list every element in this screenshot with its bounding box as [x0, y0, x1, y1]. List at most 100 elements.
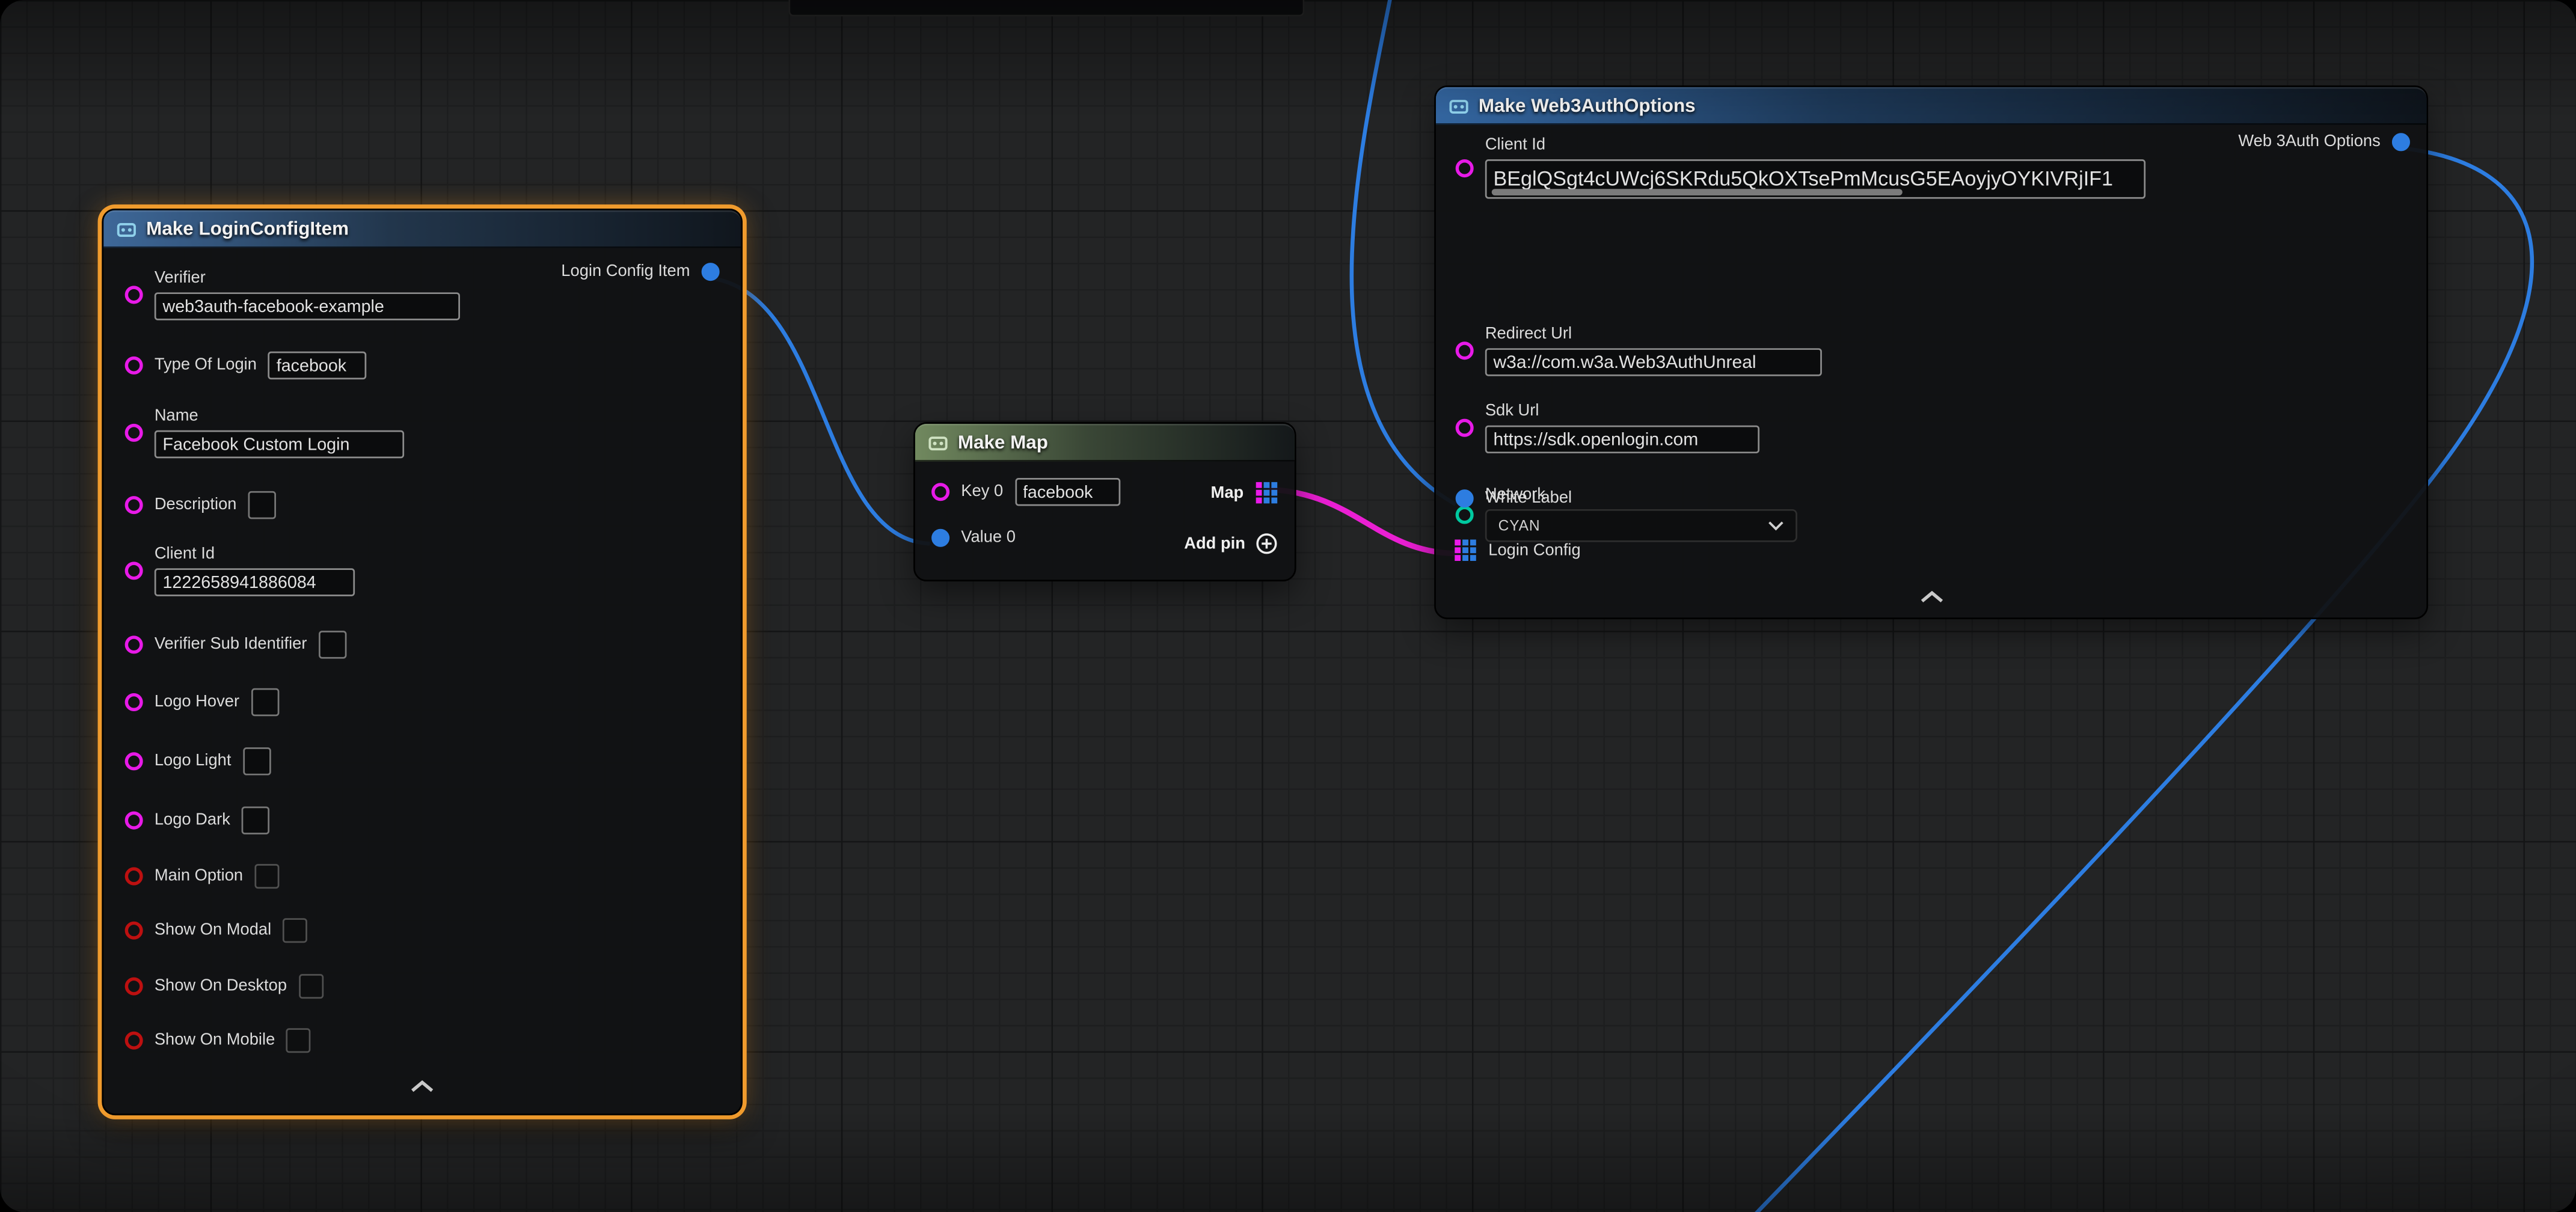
output-pin-map[interactable]: [1255, 482, 1278, 504]
output-pin-web3auth-options[interactable]: [2392, 133, 2410, 151]
input-pin-name[interactable]: [125, 424, 143, 442]
input-pin-show-on-mobile[interactable]: [125, 1032, 143, 1050]
pin-label: Logo Light: [155, 752, 232, 770]
input-pin-description[interactable]: [125, 496, 143, 514]
collapse-chevron-icon[interactable]: [1918, 590, 1945, 603]
input-pin-show-on-desktop[interactable]: [125, 978, 143, 996]
pin-row-value0: Value 0: [931, 529, 1016, 547]
pin-label: Name: [155, 408, 404, 426]
input-pin-logo-light[interactable]: [125, 752, 143, 770]
node-make-loginconfigitem[interactable]: Make LoginConfigItem Login Config Item V…: [102, 209, 743, 1115]
pin-label: Client Id: [1485, 136, 2145, 155]
pin-label: Show On Mobile: [155, 1032, 275, 1050]
pin-label: Main Option: [155, 868, 243, 886]
pin-row-client-id: Client Id: [125, 545, 355, 596]
pin-label: White Label: [1485, 489, 1572, 507]
node-header[interactable]: Make Map: [915, 424, 1295, 462]
node-title: Make Map: [958, 433, 1048, 453]
pin-row-web3auth-options-out: Web 3Auth Options: [2238, 133, 2410, 151]
pin-row-verifier: Verifier: [125, 269, 460, 320]
output-pin-login-config-item[interactable]: [702, 263, 720, 281]
pin-row-client-id: Client Id: [1456, 136, 2145, 199]
show-on-desktop-checkbox[interactable]: [298, 974, 323, 999]
node-header[interactable]: Make Web3AuthOptions: [1436, 87, 2426, 125]
pin-row-description: Description: [125, 491, 276, 519]
pin-row-show-on-desktop: Show On Desktop: [125, 974, 324, 999]
node-header[interactable]: Make LoginConfigItem: [103, 210, 741, 248]
make-struct-icon: [117, 219, 136, 239]
node-make-map[interactable]: Make Map Key 0 Map Value 0 Add pin: [913, 422, 1296, 581]
pin-row-logo-hover: Logo Hover: [125, 688, 279, 716]
pin-row-name: Name: [125, 408, 404, 459]
show-on-modal-checkbox[interactable]: [283, 918, 307, 943]
node-make-web3authoptions[interactable]: Make Web3AuthOptions Web 3Auth Options C…: [1434, 85, 2428, 619]
pin-row-redirect-url: Redirect Url: [1456, 325, 1822, 376]
input-pin-type-of-login[interactable]: [125, 357, 143, 375]
show-on-mobile-checkbox[interactable]: [286, 1028, 311, 1053]
input-pin-network[interactable]: [1456, 505, 1474, 523]
add-pin-label: Add pin: [1184, 534, 1245, 552]
client-id-horizontal-scrollbar[interactable]: [1492, 189, 1903, 195]
type-of-login-field[interactable]: [268, 352, 367, 379]
pin-label: Type Of Login: [155, 357, 257, 375]
description-field[interactable]: [248, 491, 276, 519]
pin-row-sdk-url: Sdk Url: [1456, 402, 1759, 453]
pin-label: Value 0: [961, 529, 1016, 547]
sdk-url-field[interactable]: [1485, 426, 1759, 453]
pin-row-logo-light: Logo Light: [125, 747, 271, 775]
pin-row-logo-dark: Logo Dark: [125, 806, 270, 834]
blueprint-graph-canvas[interactable]: Make LoginConfigItem Login Config Item V…: [0, 0, 2576, 1212]
pin-label: Show On Desktop: [155, 978, 287, 996]
make-map-icon: [928, 433, 948, 453]
main-option-checkbox[interactable]: [254, 864, 279, 889]
name-field[interactable]: [155, 430, 404, 458]
wire-map-to-loginconfig[interactable]: [1268, 489, 1455, 554]
node-title: Make Web3AuthOptions: [1479, 96, 1696, 116]
offscreen-node-fragment[interactable]: [788, 0, 1304, 16]
network-dropdown[interactable]: CYAN: [1485, 509, 1797, 542]
redirect-url-field[interactable]: [1485, 348, 1822, 376]
input-pin-login-config[interactable]: [1454, 539, 1477, 562]
pin-row-show-on-mobile: Show On Mobile: [125, 1028, 311, 1053]
logo-hover-field[interactable]: [251, 688, 278, 716]
input-pin-show-on-modal[interactable]: [125, 922, 143, 940]
input-pin-main-option[interactable]: [125, 868, 143, 886]
key0-field[interactable]: [1014, 478, 1120, 506]
input-pin-value0[interactable]: [931, 529, 949, 547]
pin-row-show-on-modal: Show On Modal: [125, 918, 308, 943]
pin-label: Web 3Auth Options: [2238, 133, 2380, 151]
logo-light-field[interactable]: [243, 747, 271, 775]
input-pin-client-id[interactable]: [1456, 159, 1474, 177]
input-pin-sdk-url[interactable]: [1456, 419, 1474, 437]
pin-label: Key 0: [961, 483, 1003, 501]
input-pin-logo-hover[interactable]: [125, 693, 143, 711]
input-pin-redirect-url[interactable]: [1456, 341, 1474, 360]
client-id-field[interactable]: [155, 568, 355, 596]
pin-label: Client Id: [155, 545, 355, 563]
pin-label: Login Config: [1488, 541, 1580, 559]
input-pin-key0[interactable]: [931, 483, 949, 501]
pin-label: Show On Modal: [155, 922, 271, 940]
input-pin-client-id[interactable]: [125, 562, 143, 580]
verifier-field[interactable]: [155, 292, 460, 320]
pin-label: Login Config Item: [561, 263, 690, 281]
verifier-sub-identifier-field[interactable]: [319, 631, 346, 658]
node-title: Make LoginConfigItem: [146, 219, 349, 239]
blueprint-editor-screenshot: Make LoginConfigItem Login Config Item V…: [0, 0, 2576, 1212]
pin-row-key0: Key 0: [931, 478, 1120, 506]
pin-label: Logo Dark: [155, 812, 230, 830]
input-pin-logo-dark[interactable]: [125, 812, 143, 830]
logo-dark-field[interactable]: [242, 806, 269, 834]
pin-label: Description: [155, 496, 237, 514]
pin-row-white-label: White Label: [1456, 489, 1572, 507]
pin-row-main-option: Main Option: [125, 864, 280, 889]
pin-label: Verifier Sub Identifier: [155, 635, 307, 653]
pin-row-map-out: Map: [1211, 482, 1278, 504]
input-pin-verifier-sub-identifier[interactable]: [125, 635, 143, 653]
pin-row-verifier-sub-identifier: Verifier Sub Identifier: [125, 631, 346, 658]
add-pin-button[interactable]: Add pin: [1184, 532, 1278, 555]
input-pin-white-label[interactable]: [1456, 489, 1474, 507]
pin-label: Logo Hover: [155, 693, 239, 711]
collapse-chevron-icon[interactable]: [409, 1079, 435, 1092]
input-pin-verifier[interactable]: [125, 286, 143, 304]
